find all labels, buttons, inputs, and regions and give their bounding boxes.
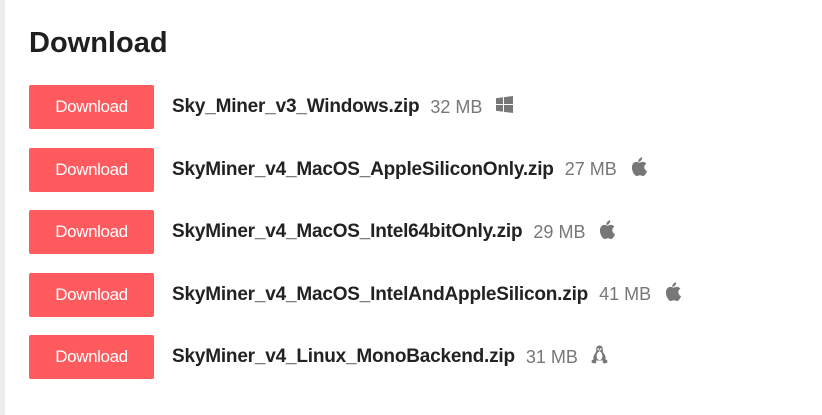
download-row: Download SkyMiner_v4_MacOS_Intel64bitOnl… bbox=[29, 210, 682, 254]
file-name: SkyMiner_v4_MacOS_IntelAndAppleSilicon.z… bbox=[172, 283, 589, 305]
file-size: 31 MB bbox=[525, 346, 578, 367]
apple-icon bbox=[664, 282, 682, 301]
download-panel: Download Download Sky_Miner_v3_Windows.z… bbox=[29, 0, 809, 415]
linux-icon bbox=[591, 345, 609, 363]
download-row: Download SkyMiner_v4_Linux_MonoBackend.z… bbox=[29, 335, 682, 379]
download-button[interactable]: Download bbox=[29, 85, 154, 129]
download-list: Download Sky_Miner_v3_Windows.zip 32 MB … bbox=[29, 85, 682, 398]
download-button[interactable]: Download bbox=[29, 210, 154, 254]
file-size: 29 MB bbox=[533, 221, 586, 242]
file-size: 41 MB bbox=[599, 284, 652, 304]
download-row: Download Sky_Miner_v3_Windows.zip 32 MB bbox=[29, 85, 682, 129]
section-title: Download bbox=[29, 27, 168, 59]
file-name: SkyMiner_v4_MacOS_AppleSiliconOnly.zip bbox=[172, 158, 554, 180]
file-size: 27 MB bbox=[564, 159, 617, 179]
file-size: 32 MB bbox=[430, 96, 483, 117]
download-button[interactable]: Download bbox=[29, 335, 154, 379]
download-row: Download SkyMiner_v4_MacOS_IntelAndApple… bbox=[29, 272, 682, 317]
file-name: SkyMiner_v4_MacOS_Intel64bitOnly.zip bbox=[172, 221, 523, 242]
left-border bbox=[0, 0, 5, 415]
file-name: Sky_Miner_v3_Windows.zip bbox=[172, 96, 420, 117]
windows-icon bbox=[495, 95, 513, 113]
file-name: SkyMiner_v4_Linux_MonoBackend.zip bbox=[172, 346, 515, 367]
apple-icon bbox=[598, 219, 616, 239]
apple-icon bbox=[630, 157, 648, 176]
download-button[interactable]: Download bbox=[29, 147, 154, 192]
download-button[interactable]: Download bbox=[29, 272, 154, 317]
download-row: Download SkyMiner_v4_MacOS_AppleSiliconO… bbox=[29, 147, 682, 192]
